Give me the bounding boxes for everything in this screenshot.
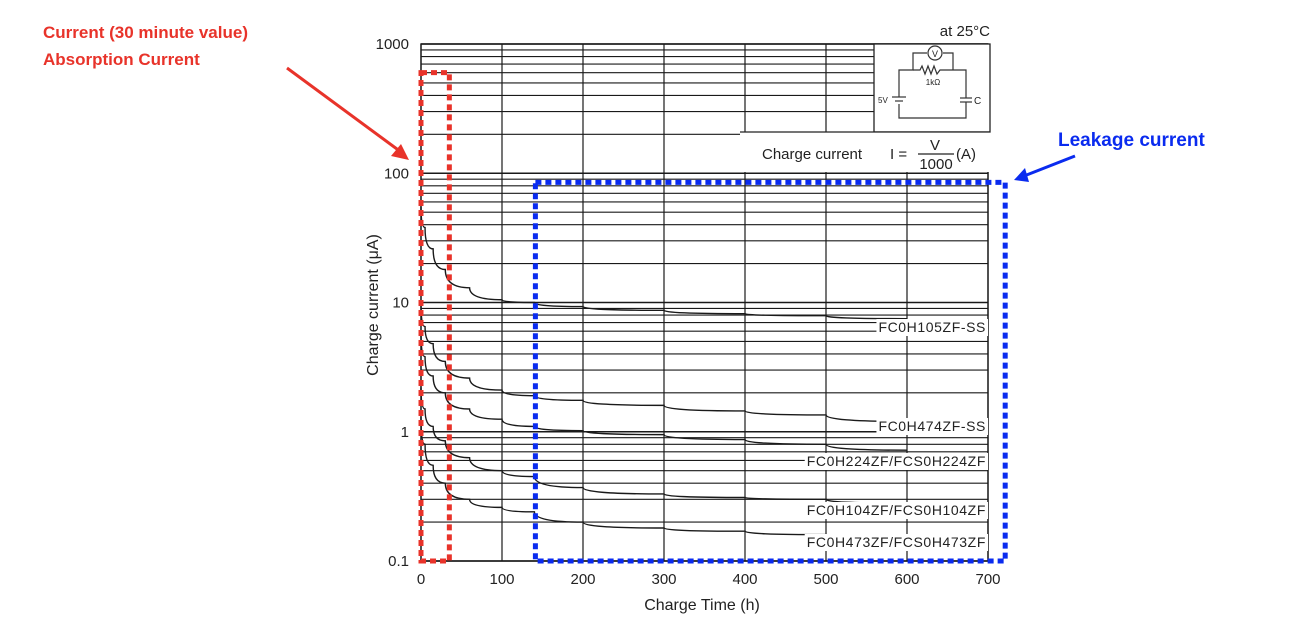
leakage-arrow-head bbox=[1014, 168, 1029, 182]
series-label-fc0h104zf: FC0H104ZF/FCS0H104ZF bbox=[807, 502, 986, 518]
series-label-fc0h224zf: FC0H224ZF/FCS0H224ZF bbox=[807, 453, 986, 469]
x-tick-label: 200 bbox=[570, 571, 595, 588]
circuit-inset: V 1kΩ 5V C Charge current I = V 1000 (A) bbox=[740, 43, 991, 173]
capacitor-label: C bbox=[974, 96, 981, 107]
charge-current-chart: V 1kΩ 5V C Charge current I = V 1000 (A)… bbox=[43, 23, 1205, 614]
leakage-annotation: Leakage current bbox=[1058, 130, 1205, 151]
y-tick-label: 0.1 bbox=[388, 553, 409, 570]
formula-lhs: I = bbox=[890, 146, 907, 163]
x-tick-label: 400 bbox=[732, 571, 757, 588]
absorption-current-region bbox=[418, 70, 452, 564]
absorption-annotation-line1: Current (30 minute value) bbox=[43, 23, 248, 42]
y-axis-title: Charge current (μA) bbox=[365, 234, 382, 376]
series-label-fc0h474zf-ss: FC0H474ZF-SS bbox=[878, 418, 986, 434]
x-tick-label: 600 bbox=[894, 571, 919, 588]
series-label-fc0h473zf: FC0H473ZF/FCS0H473ZF bbox=[807, 534, 986, 550]
y-tick-label: 100 bbox=[384, 165, 409, 182]
x-tick-label: 100 bbox=[489, 571, 514, 588]
y-tick-label: 1000 bbox=[376, 36, 409, 53]
absorption-annotation-line2: Absorption Current bbox=[43, 50, 200, 69]
source-label: 5V bbox=[878, 96, 888, 105]
formula-unit: (A) bbox=[956, 146, 976, 163]
resistor-label: 1kΩ bbox=[926, 78, 940, 87]
annotations: Current (30 minute value) Absorption Cur… bbox=[43, 23, 1205, 564]
x-tick-label: 500 bbox=[813, 571, 838, 588]
formula-prefix: Charge current bbox=[762, 146, 863, 163]
absorption-arrow-shaft bbox=[286, 66, 402, 154]
x-tick-label: 300 bbox=[651, 571, 676, 588]
x-tick-label: 700 bbox=[975, 571, 1000, 588]
x-axis-title: Charge Time (h) bbox=[644, 597, 760, 614]
formula-denominator: 1000 bbox=[919, 156, 952, 173]
condition-note: at 25°C bbox=[940, 23, 990, 40]
series-label-fc0h105zf-ss: FC0H105ZF-SS bbox=[878, 319, 986, 335]
x-tick-label: 0 bbox=[417, 571, 425, 588]
leakage-arrow-shaft bbox=[1023, 154, 1076, 178]
y-tick-label: 1 bbox=[401, 424, 409, 441]
formula-numerator: V bbox=[930, 137, 940, 154]
y-tick-label: 10 bbox=[392, 295, 409, 312]
voltmeter-label: V bbox=[932, 49, 938, 59]
